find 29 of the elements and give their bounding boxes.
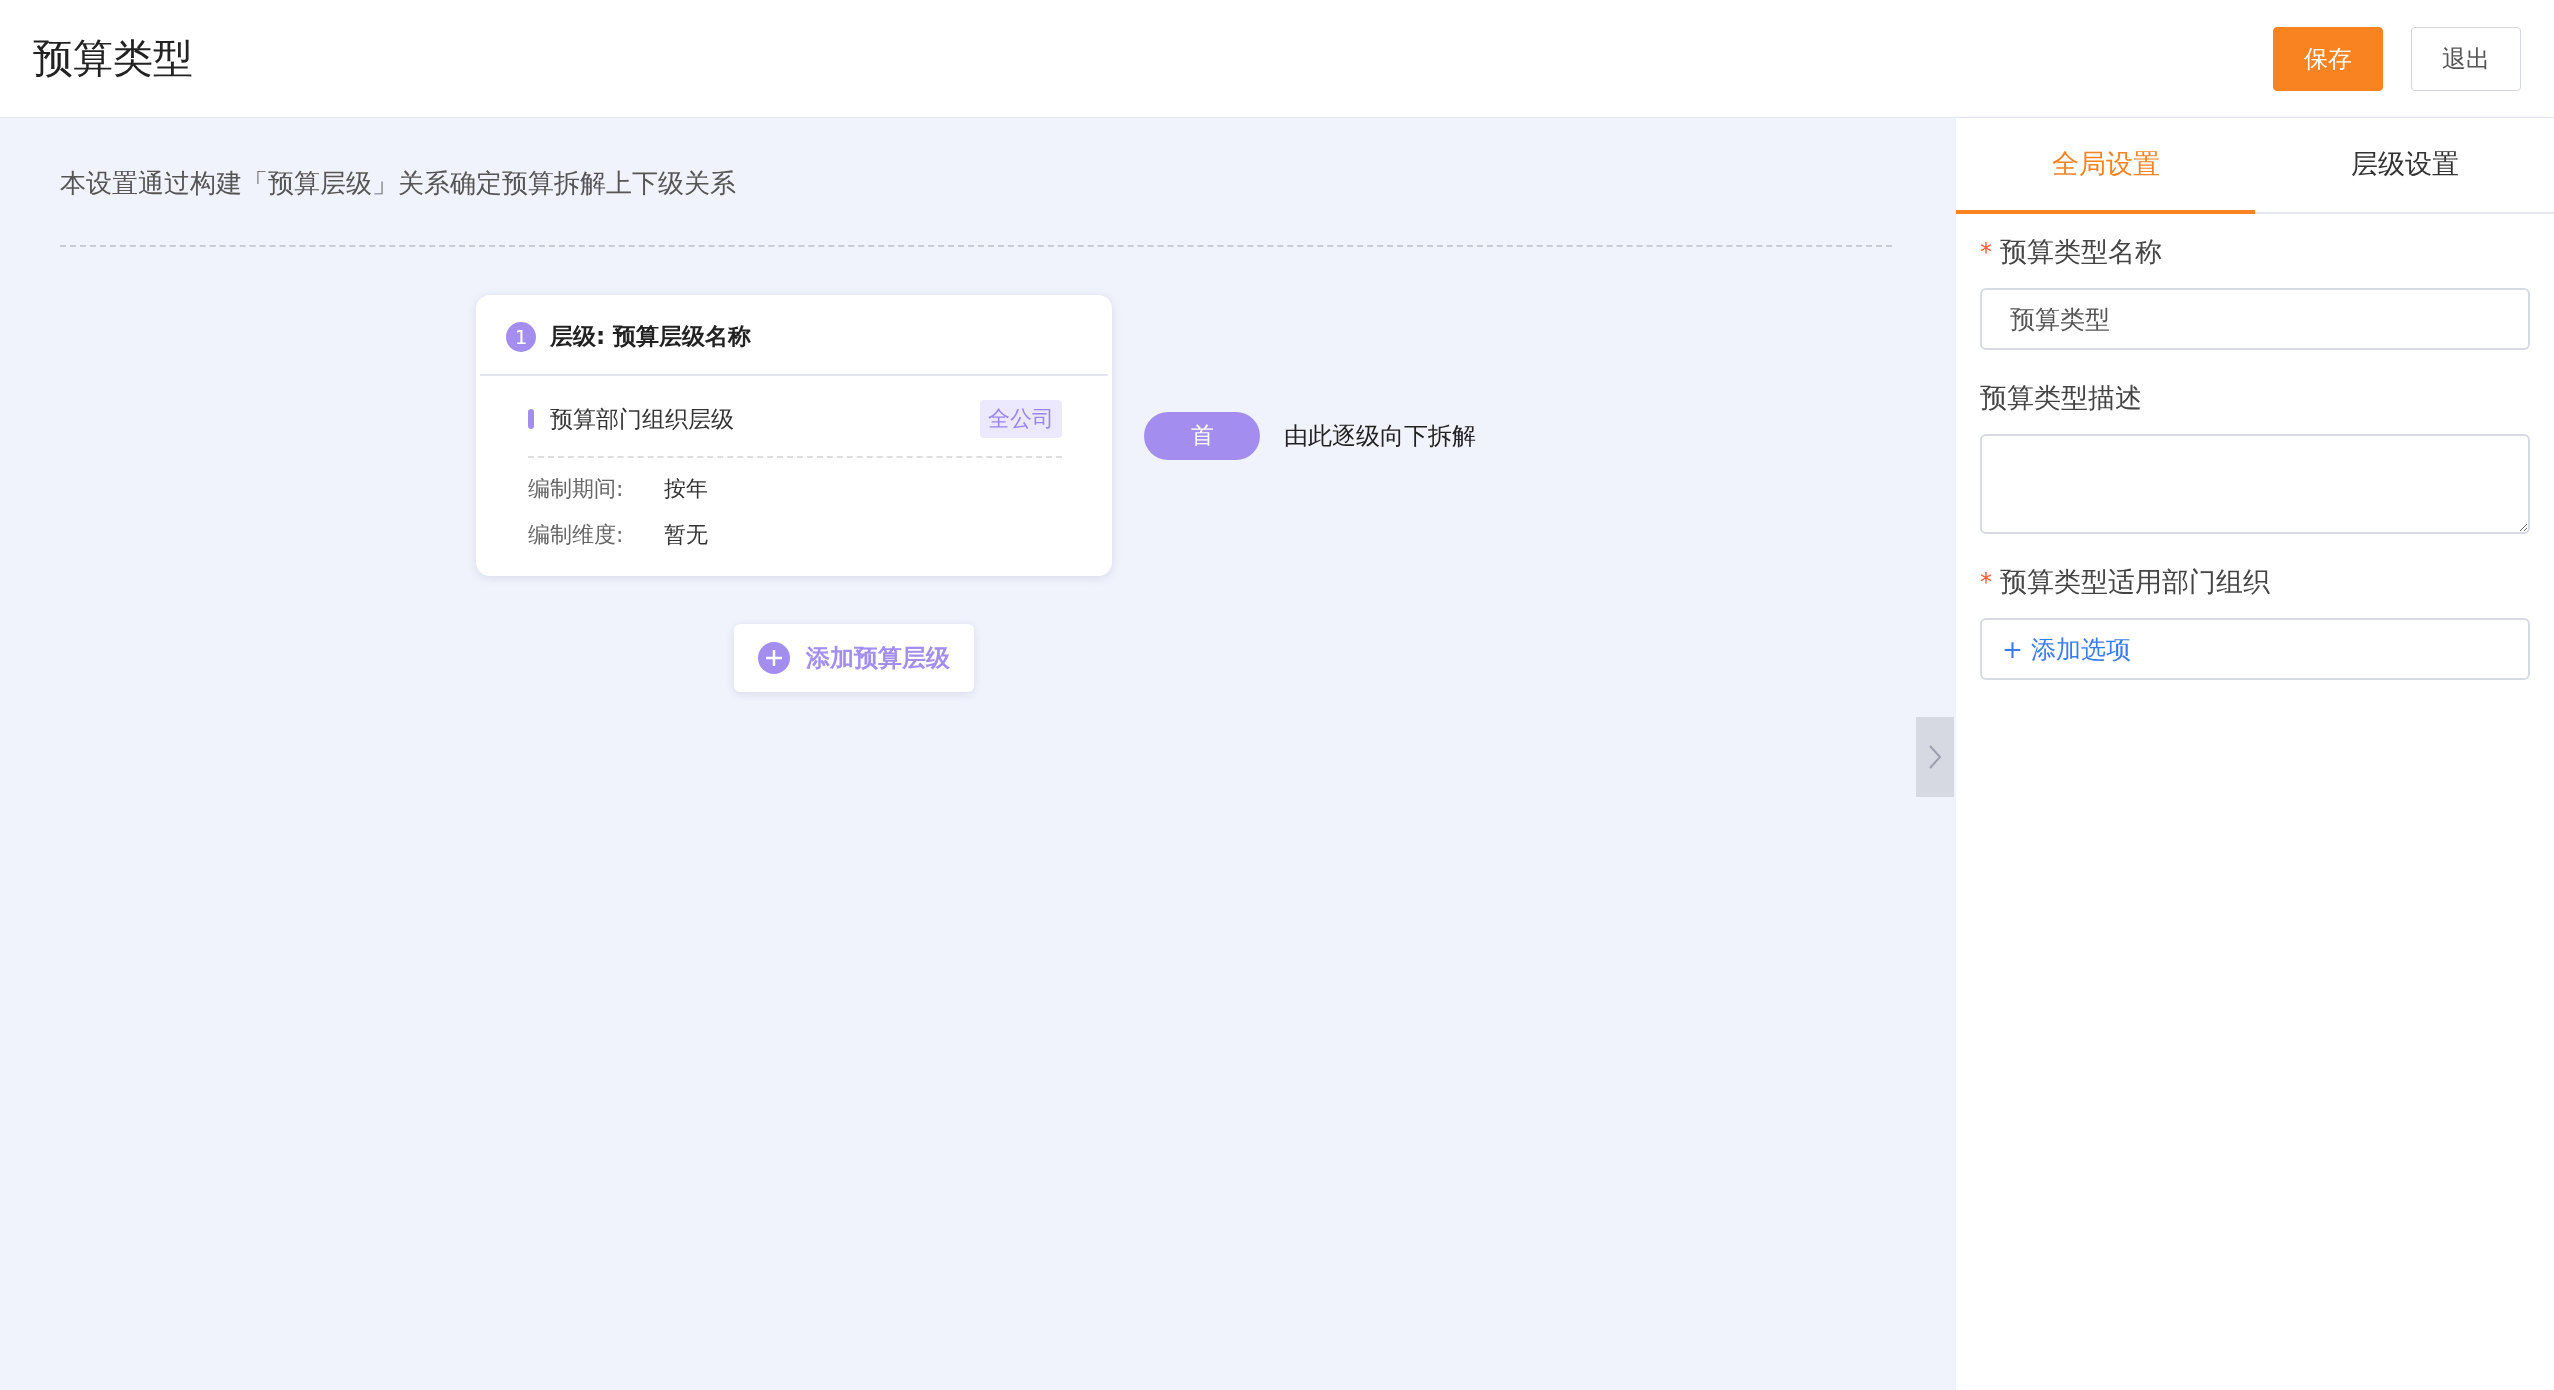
required-mark: * [1980, 568, 1992, 596]
textarea-field[interactable] [1980, 434, 2530, 534]
page-title: 预算类型 [33, 34, 194, 83]
save-button[interactable]: 保存 [2273, 26, 2383, 91]
badge-note: 由此逐级向下拆解 [1284, 420, 1476, 452]
first-level-badge: 首 [1144, 411, 1260, 460]
intro-text: 本设置通过构建「预算层级」关系确定预算拆解上下级关系 [60, 166, 1892, 247]
field-label: 编制维度: [528, 521, 625, 549]
org-level-name: 预算部门组织层级 [550, 404, 735, 434]
settings-tab[interactable]: 层级设置 [2255, 118, 2554, 214]
exit-button[interactable]: 退出 [2411, 26, 2521, 91]
field-label: 预算类型描述 [1980, 381, 2142, 415]
plus-icon [758, 642, 790, 674]
field-label: 预算类型名称 [2000, 235, 2162, 269]
level-title: 层级: 预算层级名称 [550, 322, 752, 351]
chevron-right-icon [1928, 744, 1942, 770]
scope-tag: 全公司 [980, 400, 1062, 438]
field-value: 按年 [664, 475, 708, 503]
field-label: 编制期间: [528, 475, 625, 503]
accent-bar-icon [528, 409, 534, 429]
required-mark: * [1980, 238, 1992, 266]
add-option-field[interactable]: + 添加选项 [1980, 618, 2530, 680]
field-label: 预算类型适用部门组织 [2000, 565, 2270, 599]
level-number: 1 [506, 321, 536, 352]
settings-tab[interactable]: 全局设置 [1956, 118, 2255, 214]
add-level-button[interactable]: 添加预算层级 [734, 624, 974, 692]
collapse-handle[interactable] [1916, 717, 1954, 797]
input-field[interactable]: 预算类型 [1980, 288, 2530, 350]
field-value: 暂无 [664, 521, 708, 549]
